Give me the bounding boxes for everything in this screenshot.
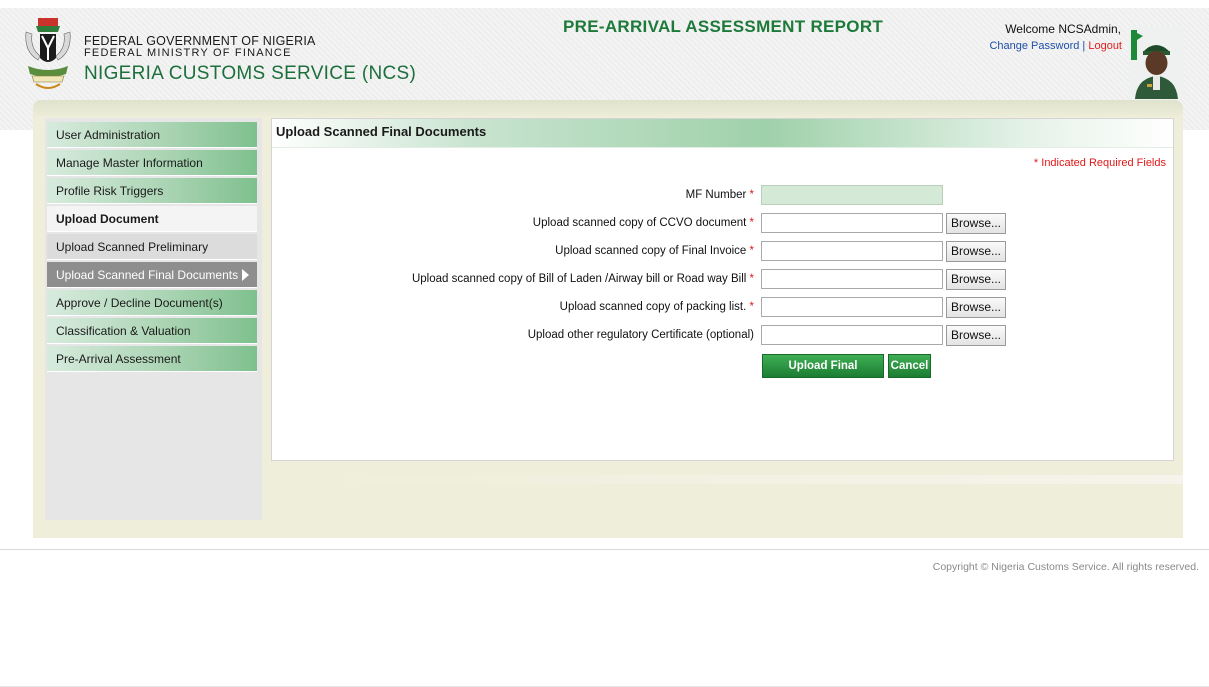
sidebar-item-classification-valuation[interactable]: Classification & Valuation [47,318,257,344]
avatar [1129,26,1184,99]
upload-form-panel: Upload Scanned Final Documents * Indicat… [271,118,1174,461]
final-invoice-file-input[interactable] [761,241,943,261]
bill-of-laden-file-input[interactable] [761,269,943,289]
page-title: PRE-ARRIVAL ASSESSMENT REPORT [563,17,884,36]
link-separator: | [1082,40,1086,52]
required-fields-note: * Indicated Required Fields [1033,157,1166,169]
sidebar-item-label: Classification & Valuation [56,324,191,338]
coat-of-arms-logo [25,18,71,89]
required-mark: * [749,217,754,229]
bill-of-laden-label: Upload scanned copy of Bill of Laden /Ai… [412,273,754,285]
sidebar-item-pre-arrival-assessment[interactable]: Pre-Arrival Assessment [47,346,257,372]
sidebar-item-manage-master-information[interactable]: Manage Master Information [47,150,257,176]
field-label-text: Upload scanned copy of Final Invoice [555,245,747,257]
welcome-text: Welcome NCSAdmin, [1005,22,1121,36]
ccvo-browse-button[interactable]: Browse... [946,213,1006,234]
upload-final-documents-button[interactable]: Upload Final Documents [762,354,884,394]
sidebar-item-approve-decline[interactable]: Approve / Decline Document(s) [47,290,257,316]
required-mark: * [749,189,754,201]
sidebar-item-label: User Administration [56,128,161,142]
sidebar-item-label: Upload Scanned Final Documents [56,268,239,282]
sidebar: User Administration Manage Master Inform… [45,118,262,520]
panel-title-bar: Upload Scanned Final Documents [272,119,1173,148]
sidebar-item-upload-preliminary[interactable]: Upload Scanned Preliminary Documents [47,234,257,280]
required-mark: * [749,245,754,257]
packing-list-label: Upload scanned copy of packing list. * [560,301,754,313]
sidebar-item-label: Profile Risk Triggers [56,184,164,198]
gov-line-1: FEDERAL GOVERNMENT OF NIGERIA [84,34,316,48]
gov-line-2: FEDERAL MINISTRY OF FINANCE [84,47,292,59]
regulatory-certificate-file-input[interactable] [761,325,943,345]
field-label-text: Upload other regulatory Certificate (opt… [527,329,754,341]
packing-list-file-input[interactable] [761,297,943,317]
sidebar-item-user-administration[interactable]: User Administration [47,122,257,148]
ccvo-label: Upload scanned copy of CCVO document * [533,217,754,229]
field-label-text: Upload scanned copy of packing list. [559,301,747,313]
cancel-button[interactable]: Cancel [888,354,931,378]
final-invoice-label: Upload scanned copy of Final Invoice * [555,245,754,257]
required-mark: * [749,301,754,313]
logout-link[interactable]: Logout [1088,40,1122,52]
regulatory-certificate-label: Upload other regulatory Certificate (opt… [528,329,754,341]
footer-divider [0,549,1209,550]
sidebar-item-label: Upload Document [56,212,159,226]
copyright-text: Copyright © Nigeria Customs Service. All… [932,561,1199,573]
sidebar-item-label: Manage Master Information [56,156,203,170]
packing-list-browse-button[interactable]: Browse... [946,297,1006,318]
final-invoice-browse-button[interactable]: Browse... [946,241,1006,262]
panel-title: Upload Scanned Final Documents [276,124,487,139]
user-links: Change Password | Logout [989,40,1122,52]
field-label-text: Upload scanned copy of CCVO document [532,217,747,229]
sidebar-item-upload-final[interactable]: Upload Scanned Final Documents [47,262,257,288]
agency-name: NIGERIA CUSTOMS SERVICE (NCS) [84,63,417,84]
chevron-right-icon [242,269,249,281]
sidebar-item-upload-document[interactable]: Upload Document [47,206,257,232]
container-top-bevel [33,100,1183,118]
regulatory-certificate-browse-button[interactable]: Browse... [946,325,1006,346]
ccvo-file-input[interactable] [761,213,943,233]
sidebar-item-profile-risk-triggers[interactable]: Profile Risk Triggers [47,178,257,204]
content-bottom-strip [262,475,1183,484]
bill-of-laden-browse-button[interactable]: Browse... [946,269,1006,290]
required-mark: * [749,273,754,285]
mf-number-label: MF Number * [686,189,754,201]
field-label-text: Upload scanned copy of Bill of Laden /Ai… [411,273,747,285]
mf-number-input[interactable] [761,185,943,205]
sidebar-item-label: Approve / Decline Document(s) [56,296,223,310]
change-password-link[interactable]: Change Password [989,40,1079,52]
sidebar-item-label: Pre-Arrival Assessment [56,352,181,366]
field-label-text: MF Number [685,189,747,201]
